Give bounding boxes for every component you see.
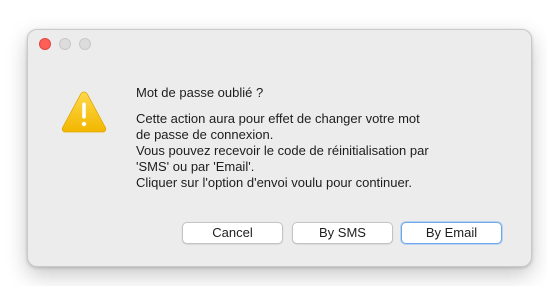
button-row: Cancel By SMS By Email	[28, 222, 531, 246]
zoom-icon[interactable]	[79, 38, 91, 50]
message-line: Cliquer sur l'option d'envoi voulu pour …	[136, 175, 412, 190]
message-line: 'SMS' ou par 'Email'.	[136, 159, 255, 174]
by-email-button[interactable]: By Email	[401, 222, 502, 244]
close-icon[interactable]	[39, 38, 51, 50]
message-line: Vous pouvez recevoir le code de réinitia…	[136, 143, 429, 158]
by-sms-button[interactable]: By SMS	[292, 222, 393, 244]
title-bar	[28, 30, 531, 60]
dialog-message: Cette action aura pour effet de changer …	[136, 111, 516, 191]
message-line: Cette action aura pour effet de changer …	[136, 111, 420, 126]
screen: Mot de passe oublié ? Cette action aura …	[0, 0, 547, 286]
cancel-button[interactable]: Cancel	[182, 222, 283, 244]
dialog-title: Mot de passe oublié ?	[136, 85, 264, 100]
minimize-icon[interactable]	[59, 38, 71, 50]
alert-dialog: Mot de passe oublié ? Cette action aura …	[27, 29, 532, 267]
dialog-content: Mot de passe oublié ? Cette action aura …	[136, 85, 516, 191]
warning-icon	[61, 91, 107, 133]
message-line: de passe de connexion.	[136, 127, 274, 142]
